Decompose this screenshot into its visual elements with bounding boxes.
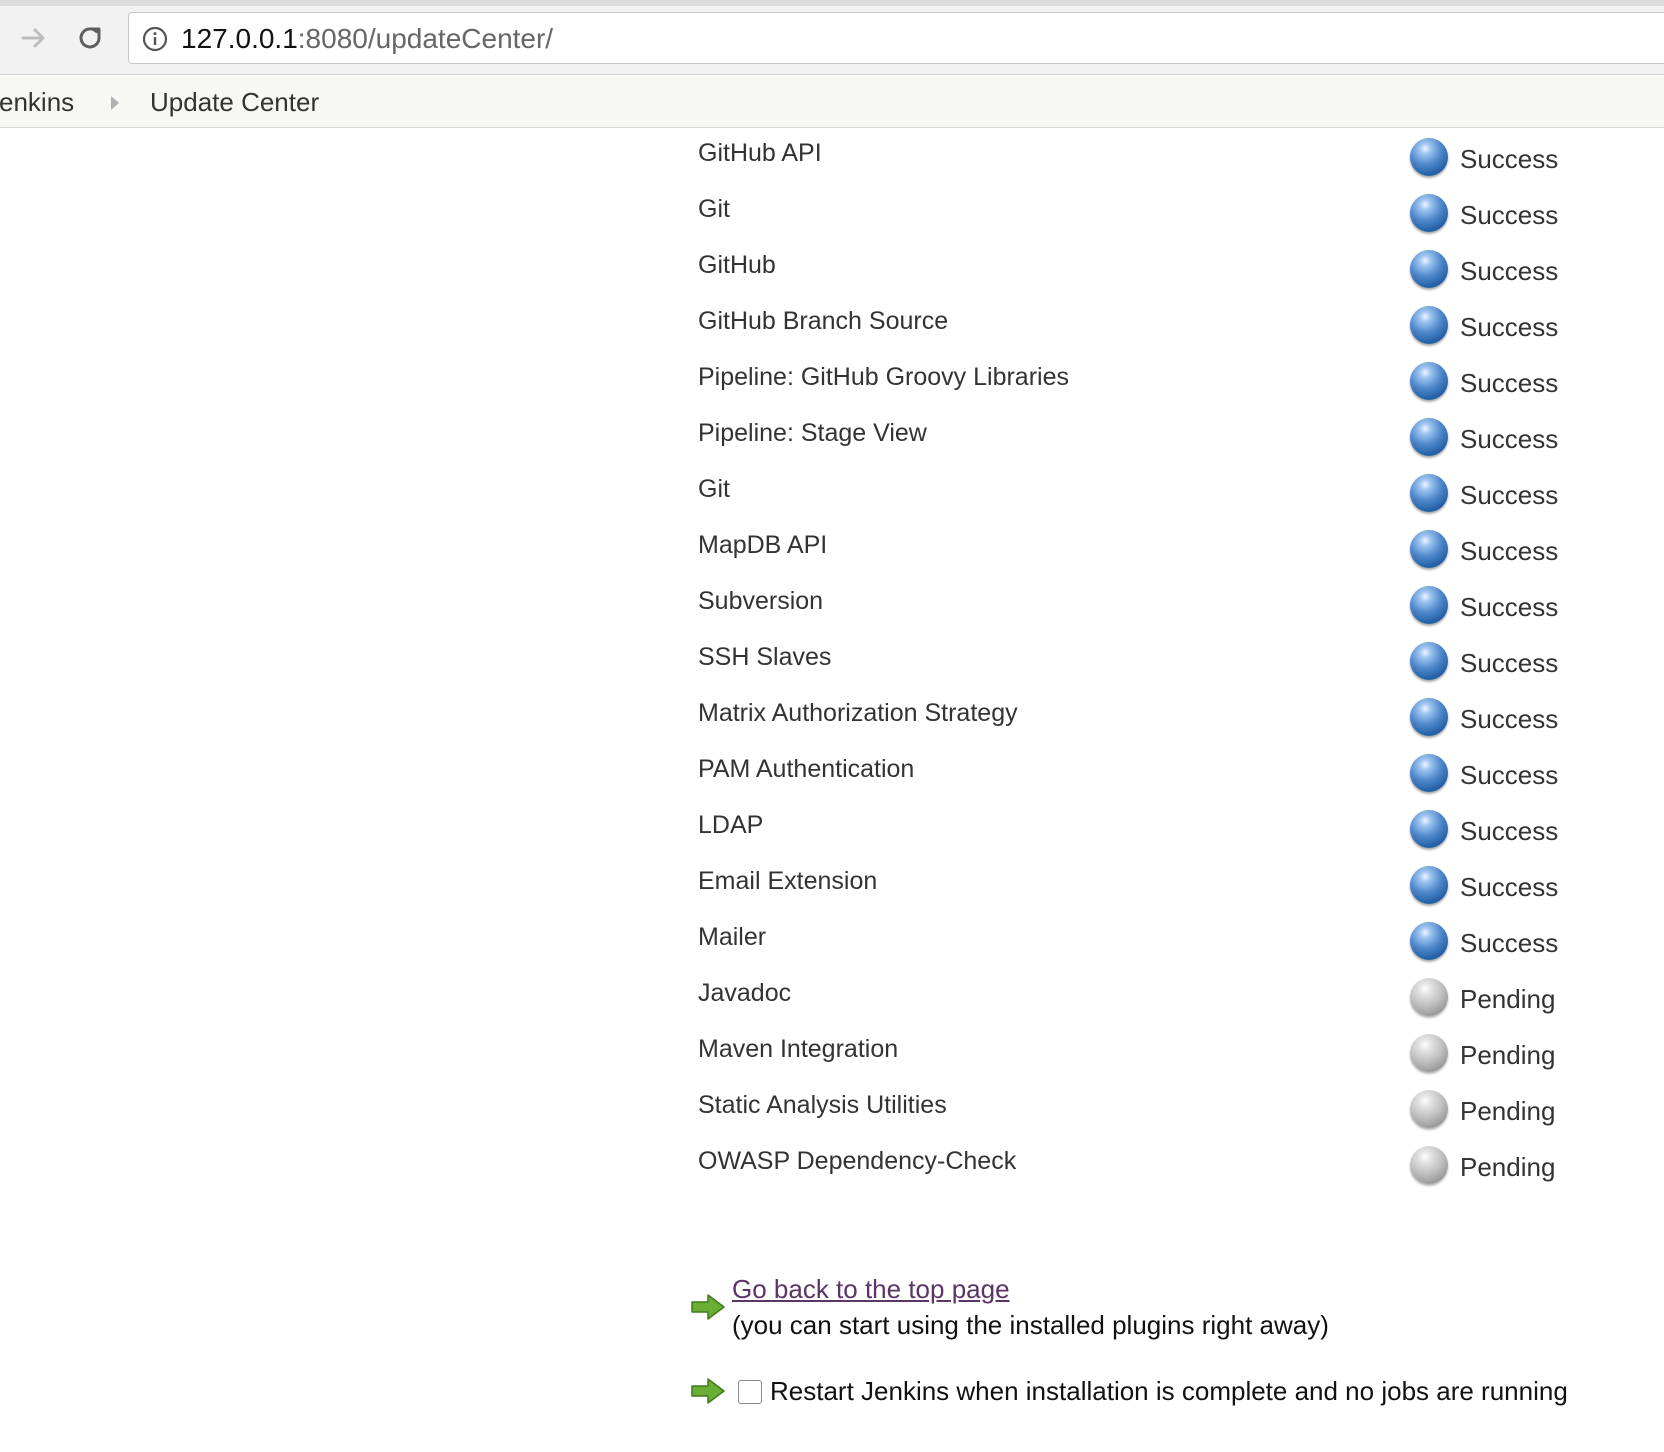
blue-ball-icon xyxy=(1410,642,1448,680)
address-bar[interactable]: 127.0.0.1:8080/updateCenter/ xyxy=(128,12,1664,64)
browser-toolbar: 127.0.0.1:8080/updateCenter/ xyxy=(0,0,1664,75)
plugin-name: Subversion xyxy=(698,587,824,615)
url-path: :8080/updateCenter/ xyxy=(297,23,554,54)
plugin-name: Matrix Authorization Strategy xyxy=(698,699,1018,727)
blue-ball-icon xyxy=(1410,754,1448,792)
breadcrumb-update-center[interactable]: Update Center xyxy=(150,87,319,117)
plugin-status-text: Pending xyxy=(1460,1152,1556,1182)
reload-icon[interactable] xyxy=(70,18,110,58)
plugin-name: GitHub API xyxy=(698,139,822,167)
blue-ball-icon xyxy=(1410,194,1448,232)
green-arrow-icon xyxy=(691,1294,725,1320)
breadcrumb: Jenkins Update Center xyxy=(0,76,1664,128)
plugin-status-text: Success xyxy=(1460,256,1559,286)
plugin-name: LDAP xyxy=(698,811,764,839)
plugin-row: Git Success xyxy=(698,184,1598,240)
grey-ball-icon xyxy=(1410,1146,1448,1184)
plugin-status-text: Success xyxy=(1460,536,1559,566)
blue-ball-icon xyxy=(1410,306,1448,344)
green-arrow-icon xyxy=(691,1378,725,1404)
plugin-status-text: Pending xyxy=(1460,1096,1556,1126)
breadcrumb-jenkins[interactable]: Jenkins xyxy=(0,87,74,117)
breadcrumb-chevron-icon[interactable] xyxy=(108,94,122,112)
blue-ball-icon xyxy=(1410,586,1448,624)
blue-ball-icon xyxy=(1410,810,1448,848)
plugin-row: LDAP Success xyxy=(698,800,1598,856)
plugin-row: GitHub Success xyxy=(698,240,1598,296)
plugin-row: Maven Integration Pending xyxy=(698,1024,1598,1080)
blue-ball-icon xyxy=(1410,418,1448,456)
plugin-row: GitHub Branch Source Success xyxy=(698,296,1598,352)
plugin-row: Pipeline: Stage View Success xyxy=(698,408,1598,464)
grey-ball-icon xyxy=(1410,1034,1448,1072)
plugin-status-text: Success xyxy=(1460,648,1559,678)
go-back-note: (you can start using the installed plugi… xyxy=(732,1310,1329,1340)
plugin-row: MapDB API Success xyxy=(698,520,1598,576)
plugin-name: Git xyxy=(698,475,730,503)
tab-strip xyxy=(0,0,1664,6)
plugin-status-text: Success xyxy=(1460,312,1559,342)
plugin-name: Javadoc xyxy=(698,979,792,1007)
plugin-name: Maven Integration xyxy=(698,1035,899,1063)
go-back-top-link[interactable]: Go back to the top page xyxy=(732,1274,1010,1304)
blue-ball-icon xyxy=(1410,362,1448,400)
plugin-status-text: Success xyxy=(1460,424,1559,454)
plugin-row: Javadoc Pending xyxy=(698,968,1598,1024)
plugin-status-text: Success xyxy=(1460,760,1559,790)
plugin-name: Git xyxy=(698,195,730,223)
plugin-name: PAM Authentication xyxy=(698,755,915,783)
plugin-row: Mailer Success xyxy=(698,912,1598,968)
plugin-install-list: GitHub API Success Git Success GitHub Success… xyxy=(698,128,1598,1192)
restart-label[interactable]: Restart Jenkins when installation is com… xyxy=(770,1376,1568,1406)
blue-ball-icon xyxy=(1410,530,1448,568)
plugin-status-text: Success xyxy=(1460,872,1559,902)
info-icon[interactable] xyxy=(141,25,169,53)
blue-ball-icon xyxy=(1410,866,1448,904)
plugin-status-text: Pending xyxy=(1460,1040,1556,1070)
grey-ball-icon xyxy=(1410,1090,1448,1128)
plugin-row: Git Success xyxy=(698,464,1598,520)
plugin-status-text: Success xyxy=(1460,480,1559,510)
plugin-status-text: Pending xyxy=(1460,984,1556,1014)
plugin-status-text: Success xyxy=(1460,144,1559,174)
plugin-row: Subversion Success xyxy=(698,576,1598,632)
plugin-row: Static Analysis Utilities Pending xyxy=(698,1080,1598,1136)
plugin-name: Mailer xyxy=(698,923,767,951)
plugin-name: GitHub xyxy=(698,251,776,279)
blue-ball-icon xyxy=(1410,250,1448,288)
plugin-status-text: Success xyxy=(1460,592,1559,622)
plugin-status-text: Success xyxy=(1460,368,1559,398)
blue-ball-icon xyxy=(1410,698,1448,736)
plugin-name: Pipeline: Stage View xyxy=(698,419,927,447)
plugin-name: Email Extension xyxy=(698,867,878,895)
plugin-name: GitHub Branch Source xyxy=(698,307,949,335)
plugin-name: OWASP Dependency-Check xyxy=(698,1147,1017,1175)
plugin-name: Pipeline: GitHub Groovy Libraries xyxy=(698,363,1069,391)
plugin-row: SSH Slaves Success xyxy=(698,632,1598,688)
plugin-row: Matrix Authorization Strategy Success xyxy=(698,688,1598,744)
plugin-name: Static Analysis Utilities xyxy=(698,1091,947,1119)
plugin-status-text: Success xyxy=(1460,704,1559,734)
plugin-name: SSH Slaves xyxy=(698,643,832,671)
plugin-row: GitHub API Success xyxy=(698,128,1598,184)
plugin-status-text: Success xyxy=(1460,816,1559,846)
url-text: 127.0.0.1:8080/updateCenter/ xyxy=(181,23,553,55)
blue-ball-icon xyxy=(1410,138,1448,176)
plugin-status-text: Success xyxy=(1460,928,1559,958)
plugin-row: Pipeline: GitHub Groovy Libraries Success xyxy=(698,352,1598,408)
url-host: 127.0.0.1 xyxy=(181,23,298,54)
blue-ball-icon xyxy=(1410,922,1448,960)
plugin-row: PAM Authentication Success xyxy=(698,744,1598,800)
blue-ball-icon xyxy=(1410,474,1448,512)
grey-ball-icon xyxy=(1410,978,1448,1016)
plugin-row: Email Extension Success xyxy=(698,856,1598,912)
forward-arrow-icon[interactable] xyxy=(14,18,54,58)
restart-checkbox[interactable] xyxy=(738,1380,762,1404)
plugin-name: MapDB API xyxy=(698,531,828,559)
plugin-status-text: Success xyxy=(1460,200,1559,230)
plugin-row: OWASP Dependency-Check Pending xyxy=(698,1136,1598,1192)
